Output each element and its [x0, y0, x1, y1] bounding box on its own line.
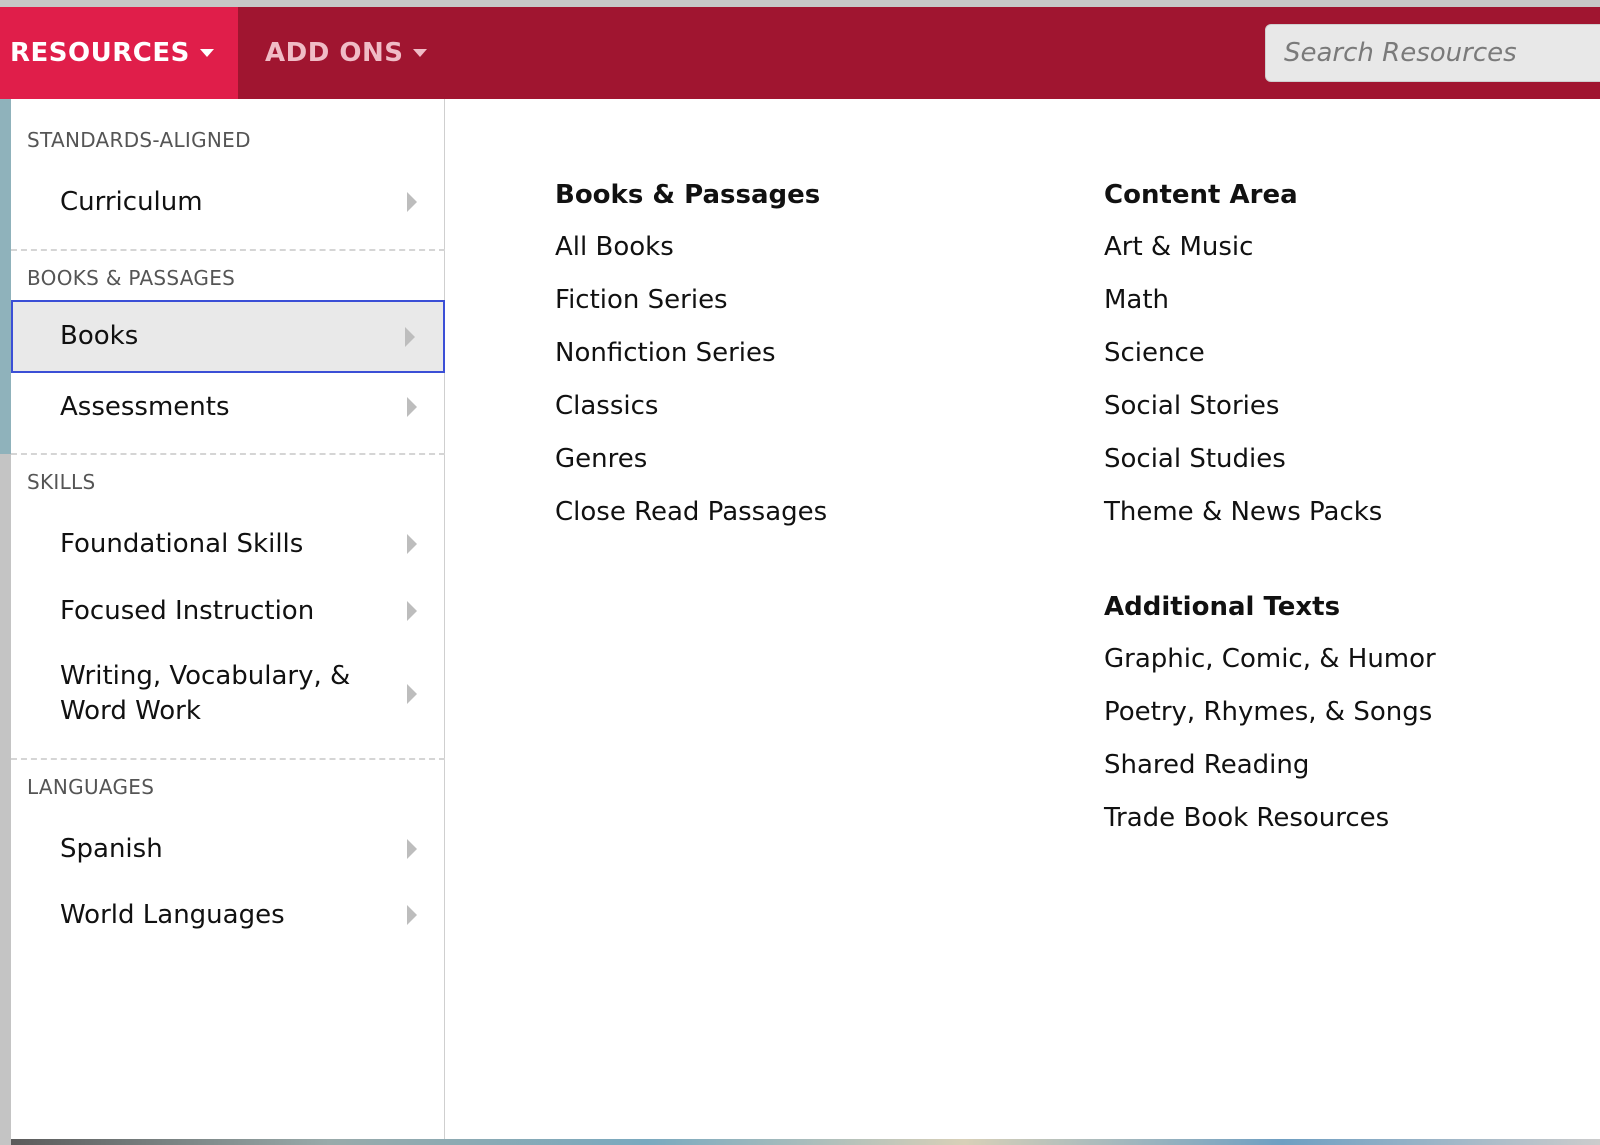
sidebar-item-world-languages[interactable]: World Languages	[11, 895, 445, 935]
sidebar-item-label: Curriculum	[60, 186, 203, 217]
section-divider	[11, 249, 445, 251]
sidebar-item-foundational-skills[interactable]: Foundational Skills	[11, 524, 445, 564]
section-label-standards: STANDARDS-ALIGNED	[27, 128, 251, 152]
sidebar-item-label: Writing, Vocabulary, & Word Work	[60, 661, 351, 726]
link-science[interactable]: Science	[1104, 338, 1205, 368]
section-divider	[11, 453, 445, 455]
section-label-books-passages: BOOKS & PASSAGES	[27, 266, 236, 290]
search-input[interactable]	[1265, 24, 1600, 82]
link-social-studies[interactable]: Social Studies	[1104, 444, 1286, 474]
sidebar-item-spanish[interactable]: Spanish	[11, 829, 445, 869]
top-strip	[0, 0, 1600, 7]
chevron-right-icon	[405, 326, 415, 347]
section-label-skills: SKILLS	[27, 470, 96, 494]
chevron-right-icon	[407, 397, 417, 417]
sidebar-item-label: Spanish	[60, 833, 163, 864]
link-poetry-rhymes-songs[interactable]: Poetry, Rhymes, & Songs	[1104, 697, 1432, 727]
resources-sidebar: STANDARDS-ALIGNED Curriculum BOOKS & PAS…	[11, 99, 445, 1139]
sidebar-item-writing-vocabulary[interactable]: Writing, Vocabulary, & Word Work	[11, 657, 445, 731]
section-label-languages: LANGUAGES	[27, 775, 155, 799]
page-background-strip	[11, 1139, 1600, 1145]
sidebar-item-label: World Languages	[60, 899, 285, 930]
chevron-right-icon	[407, 684, 417, 704]
chevron-right-icon	[407, 192, 417, 212]
resources-tab-label: RESOURCES	[10, 38, 190, 68]
chevron-down-icon	[413, 49, 428, 57]
section-divider	[11, 758, 445, 760]
link-shared-reading[interactable]: Shared Reading	[1104, 750, 1309, 780]
link-classics[interactable]: Classics	[555, 391, 658, 421]
chevron-down-icon	[199, 49, 214, 57]
sidebar-item-label: Books	[60, 321, 139, 351]
chevron-right-icon	[407, 534, 417, 554]
addons-menu-tab[interactable]: ADD ONS	[265, 7, 428, 99]
sidebar-item-label: Focused Instruction	[60, 595, 315, 626]
sidebar-item-focused-instruction[interactable]: Focused Instruction	[11, 591, 445, 631]
sidebar-item-label: Assessments	[60, 391, 230, 422]
link-genres[interactable]: Genres	[555, 444, 647, 474]
page-background-edge	[0, 99, 11, 1145]
resources-menu-tab[interactable]: RESOURCES	[0, 7, 238, 99]
link-art-music[interactable]: Art & Music	[1104, 232, 1253, 262]
link-trade-book-resources[interactable]: Trade Book Resources	[1104, 803, 1389, 833]
link-nonfiction-series[interactable]: Nonfiction Series	[555, 338, 776, 368]
heading-books-passages: Books & Passages	[555, 180, 821, 210]
sidebar-item-books[interactable]: Books	[11, 300, 445, 373]
chevron-right-icon	[407, 839, 417, 859]
link-theme-news-packs[interactable]: Theme & News Packs	[1104, 497, 1382, 527]
link-fiction-series[interactable]: Fiction Series	[555, 285, 728, 315]
chevron-right-icon	[407, 601, 417, 621]
sidebar-item-label: Foundational Skills	[60, 528, 304, 559]
heading-additional-texts: Additional Texts	[1104, 592, 1341, 622]
link-social-stories[interactable]: Social Stories	[1104, 391, 1279, 421]
link-graphic-comic-humor[interactable]: Graphic, Comic, & Humor	[1104, 644, 1436, 674]
sidebar-item-curriculum[interactable]: Curriculum	[11, 182, 445, 222]
link-all-books[interactable]: All Books	[555, 232, 674, 262]
top-navbar: RESOURCES ADD ONS	[0, 7, 1600, 99]
chevron-right-icon	[407, 905, 417, 925]
link-close-read-passages[interactable]: Close Read Passages	[555, 497, 827, 527]
link-math[interactable]: Math	[1104, 285, 1169, 315]
sidebar-item-assessments[interactable]: Assessments	[11, 387, 445, 427]
submenu-panel: Books & Passages All Books Fiction Serie…	[445, 99, 1600, 1139]
heading-content-area: Content Area	[1104, 180, 1298, 210]
addons-tab-label: ADD ONS	[265, 38, 404, 68]
